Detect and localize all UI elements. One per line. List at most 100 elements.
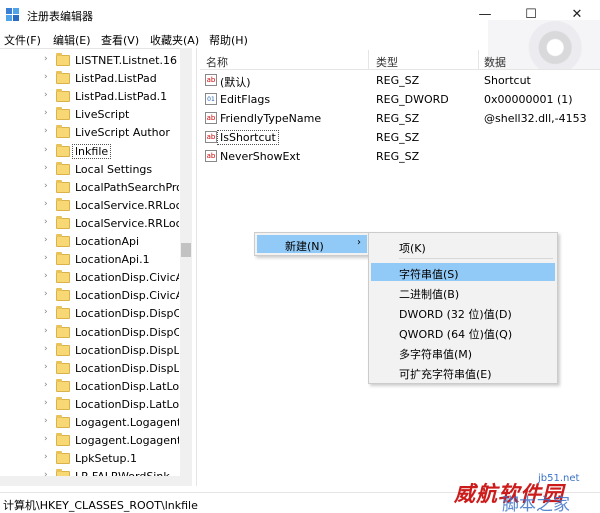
tree-item[interactable]: › LocationApi.1 xyxy=(0,251,180,269)
column-header-name[interactable]: 名称 xyxy=(206,54,228,70)
expand-arrow-icon[interactable]: › xyxy=(44,398,48,408)
tree-item[interactable]: › Local Settings xyxy=(0,161,180,179)
table-row[interactable]: ab (默认) REG_SZ Shortcut xyxy=(200,71,600,90)
tree-item[interactable]: › Logagent.Logagent xyxy=(0,432,180,450)
folder-icon xyxy=(56,197,70,211)
value-data: Shortcut xyxy=(484,74,531,87)
tree-item[interactable]: › LocationApi xyxy=(0,233,180,251)
expand-arrow-icon[interactable]: › xyxy=(44,108,48,118)
table-row[interactable]: ab FriendlyTypeName REG_SZ @shell32.dll,-41… xyxy=(200,109,600,128)
expand-arrow-icon[interactable]: › xyxy=(44,90,48,100)
expand-arrow-icon[interactable]: › xyxy=(44,362,48,372)
tree-item[interactable]: › LocationDisp.CivicAc xyxy=(0,269,180,287)
submenu-item[interactable]: 多字符串值(M) xyxy=(371,343,555,361)
watermark-site: jb51.net xyxy=(538,473,580,484)
tree-item[interactable]: › LocationDisp.DispCi xyxy=(0,305,180,323)
tree-item[interactable]: › LocationDisp.DispCi xyxy=(0,324,180,342)
table-row[interactable]: 01 EditFlags REG_DWORD 0x00000001 (1) xyxy=(200,90,600,109)
expand-arrow-icon[interactable]: › xyxy=(44,181,48,191)
submenu-item-label: 多字符串值(M) xyxy=(399,348,473,361)
string-value-icon: ab xyxy=(205,74,217,86)
expand-arrow-icon[interactable]: › xyxy=(44,253,48,263)
expand-arrow-icon[interactable]: › xyxy=(44,416,48,426)
folder-icon xyxy=(56,107,70,121)
expand-arrow-icon[interactable]: › xyxy=(44,452,48,462)
menu-favorites[interactable]: 收藏夹(A) xyxy=(150,32,199,48)
tree-item[interactable]: › LocalService.RRLoca xyxy=(0,197,180,215)
expand-arrow-icon[interactable]: › xyxy=(44,344,48,354)
registry-tree[interactable]: › LISTNET.Listnet.16 › ListPad.ListPad › List… xyxy=(0,48,192,486)
submenu-item[interactable]: DWORD (32 位)值(D) xyxy=(371,303,555,321)
submenu-item[interactable]: 字符串值(S) xyxy=(371,263,555,281)
tree-horizontal-scrollbar[interactable] xyxy=(0,476,180,486)
column-header-type[interactable]: 类型 xyxy=(376,54,398,70)
tree-item[interactable]: › lnkfile xyxy=(0,143,180,161)
tree-item-label: LocalService.RRLoca xyxy=(75,198,179,212)
tree-item-label: LocationApi.1 xyxy=(75,253,150,267)
value-data: @shell32.dll,-4153 xyxy=(484,112,587,125)
tree-item[interactable]: › ListPad.ListPad xyxy=(0,70,180,88)
expand-arrow-icon[interactable]: › xyxy=(44,289,48,299)
expand-arrow-icon[interactable]: › xyxy=(44,326,48,336)
submenu-item[interactable]: 可扩充字符串值(E) xyxy=(371,363,555,381)
expand-arrow-icon[interactable]: › xyxy=(44,126,48,136)
submenu-item[interactable]: 项(K) xyxy=(371,237,555,255)
menu-edit[interactable]: 编辑(E) xyxy=(53,32,91,48)
value-data: 0x00000001 (1) xyxy=(484,93,573,106)
tree-item[interactable]: › LiveScript xyxy=(0,106,180,124)
menu-item-new[interactable]: 新建(N) › xyxy=(257,235,367,253)
submenu-item[interactable]: QWORD (64 位)值(Q) xyxy=(371,323,555,341)
value-name[interactable]: IsShortcut xyxy=(217,130,279,145)
value-type: REG_SZ xyxy=(376,131,420,144)
tree-item[interactable]: › LocalService.RRLoca xyxy=(0,215,180,233)
tree-item[interactable]: › LocationDisp.LatLor xyxy=(0,396,180,414)
expand-arrow-icon[interactable]: › xyxy=(44,271,48,281)
tree-scroll-thumb[interactable] xyxy=(181,243,191,257)
menu-help[interactable]: 帮助(H) xyxy=(209,32,248,48)
folder-icon xyxy=(56,215,70,229)
pane-splitter[interactable] xyxy=(196,48,197,486)
tree-item[interactable]: › LocationDisp.DispLa xyxy=(0,342,180,360)
value-type: REG_DWORD xyxy=(376,93,449,106)
tree-item-label: LocationApi xyxy=(75,235,140,248)
tree-item-label: LISTNET.Listnet.16 xyxy=(75,54,177,67)
menu-item-new-label: 新建(N) xyxy=(285,240,324,253)
tree-item[interactable]: › LocationDisp.LatLor xyxy=(0,378,180,396)
expand-arrow-icon[interactable]: › xyxy=(44,434,48,444)
folder-icon xyxy=(56,270,70,284)
tree-item[interactable]: › LocationDisp.CivicAc xyxy=(0,287,180,305)
column-divider[interactable] xyxy=(478,50,479,70)
value-name: NeverShowExt xyxy=(220,150,301,163)
folder-icon xyxy=(56,396,70,410)
tree-item-label: Local Settings xyxy=(75,162,153,176)
tree-item-label: LocationDisp.LatLor xyxy=(75,379,179,393)
tree-vertical-scrollbar[interactable] xyxy=(180,48,192,486)
tree-item[interactable]: › LISTNET.Listnet.16 xyxy=(0,52,180,70)
tree-item[interactable]: › LocalPathSearchPro xyxy=(0,179,180,197)
expand-arrow-icon[interactable]: › xyxy=(44,307,48,317)
tree-item-label: LocationDisp.CivicAc xyxy=(75,289,179,303)
expand-arrow-icon[interactable]: › xyxy=(44,235,48,245)
column-header-data[interactable]: 数据 xyxy=(484,54,506,70)
table-row[interactable]: ab NeverShowExt REG_SZ xyxy=(200,147,600,166)
tree-item[interactable]: › LocationDisp.DispLa xyxy=(0,360,180,378)
expand-arrow-icon[interactable]: › xyxy=(44,54,48,64)
expand-arrow-icon[interactable]: › xyxy=(44,217,48,227)
folder-icon xyxy=(56,306,70,320)
tree-item[interactable]: › LpkSetup.1 xyxy=(0,450,180,468)
menu-view[interactable]: 查看(V) xyxy=(101,32,139,48)
submenu-item[interactable]: 二进制值(B) xyxy=(371,283,555,301)
expand-arrow-icon[interactable]: › xyxy=(44,380,48,390)
expand-arrow-icon[interactable]: › xyxy=(44,72,48,82)
expand-arrow-icon[interactable]: › xyxy=(44,145,48,155)
tree-item[interactable]: › ListPad.ListPad.1 xyxy=(0,88,180,106)
expand-arrow-icon[interactable]: › xyxy=(44,163,48,173)
value-type: REG_SZ xyxy=(376,150,420,163)
menu-file[interactable]: 文件(F) xyxy=(4,32,41,48)
tree-item[interactable]: › Logagent.Logagent xyxy=(0,414,180,432)
table-row[interactable]: ab IsShortcut REG_SZ xyxy=(200,128,600,147)
folder-icon xyxy=(56,53,70,66)
expand-arrow-icon[interactable]: › xyxy=(44,199,48,209)
tree-item[interactable]: › LiveScript Author xyxy=(0,124,180,142)
column-divider[interactable] xyxy=(368,50,369,70)
